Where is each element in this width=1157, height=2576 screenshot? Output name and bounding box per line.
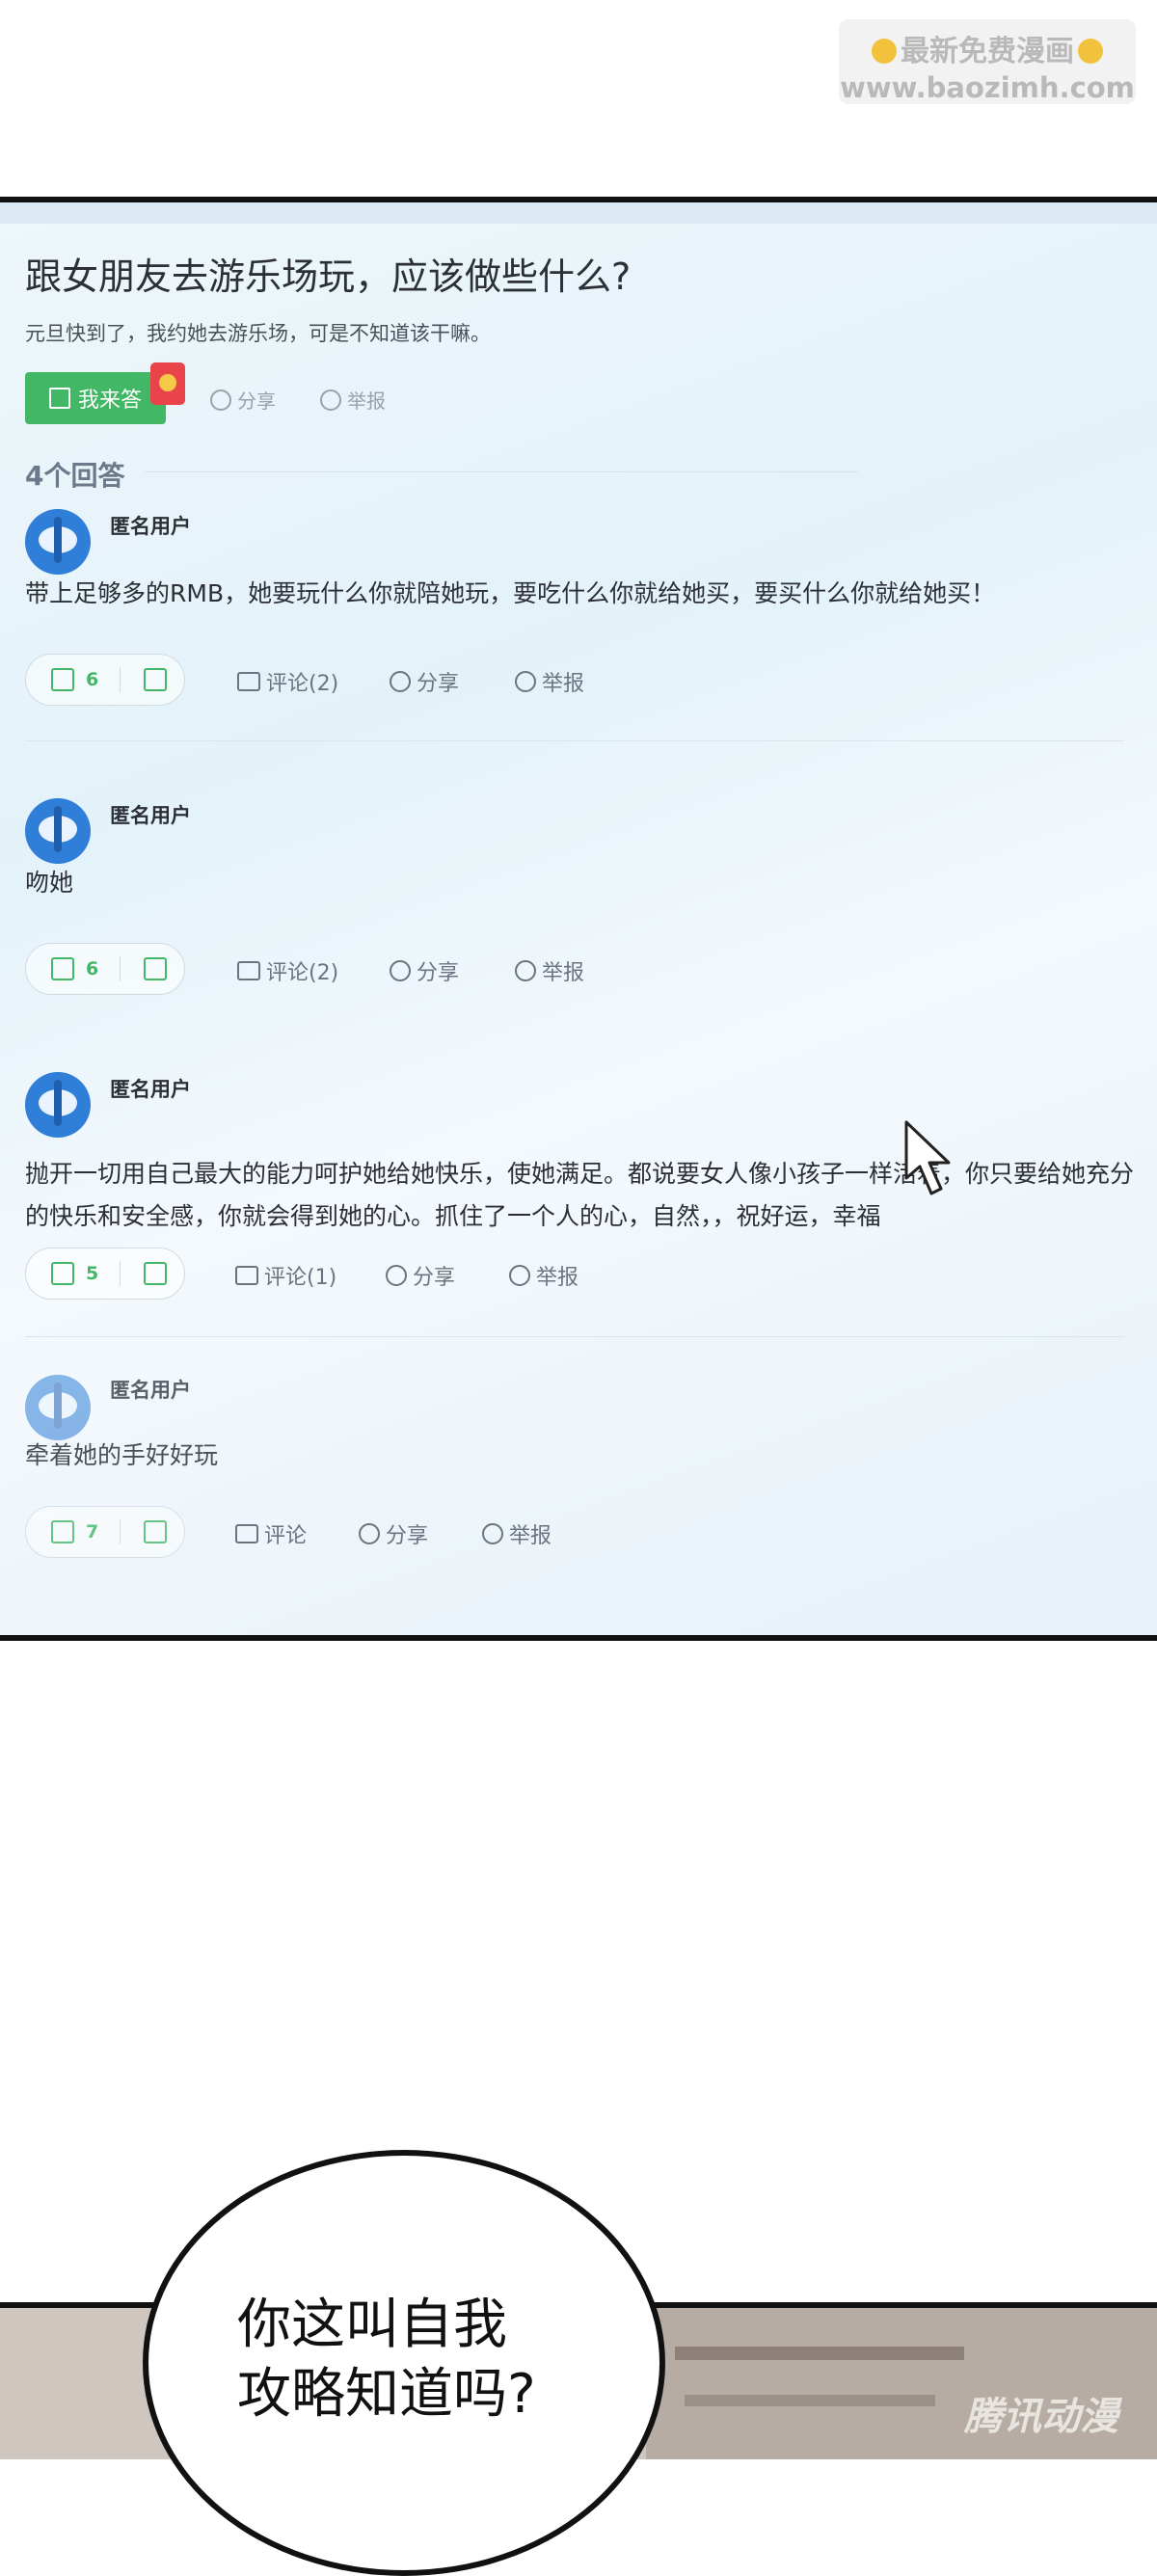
speech-bubble-text: 你这叫自我 攻略知道吗? xyxy=(237,2291,536,2429)
like-count: 5 xyxy=(86,1263,99,1284)
answer-button[interactable]: 我来答 xyxy=(25,372,166,424)
share-button[interactable]: 分享 xyxy=(359,1518,428,1549)
like-count: 7 xyxy=(86,1521,99,1543)
watermark-line2: www.baozimh.com xyxy=(840,71,1135,104)
share-button[interactable]: 分享 xyxy=(390,955,459,986)
vote-group: 7 xyxy=(25,1506,185,1558)
share-icon xyxy=(390,671,411,692)
answer-text: 吻她 xyxy=(25,869,74,897)
qa-screenshot-panel: 跟女朋友去游乐场玩，应该做些什么? 元旦快到了，我约她去游乐场，可是不知道该干嘛… xyxy=(0,197,1157,1641)
pointing-hand-icon xyxy=(1078,39,1103,64)
like-count: 6 xyxy=(86,669,99,690)
answer-button-label: 我来答 xyxy=(77,389,142,413)
question-title: 跟女朋友去游乐场玩，应该做些什么? xyxy=(25,255,632,298)
report-icon xyxy=(320,389,341,411)
thumbs-down-icon[interactable] xyxy=(144,957,168,980)
edit-icon xyxy=(48,388,70,409)
report-button[interactable]: 举报 xyxy=(482,1518,552,1549)
question-share-label: 分享 xyxy=(237,389,276,413)
avatar[interactable] xyxy=(25,798,91,864)
username[interactable]: 匿名用户 xyxy=(110,800,191,829)
avatar[interactable] xyxy=(25,1072,91,1138)
thumbs-up-icon[interactable] xyxy=(51,1520,74,1543)
vote-separator xyxy=(120,1261,121,1286)
divider xyxy=(25,740,1124,741)
divider xyxy=(145,471,858,472)
pointing-hand-icon xyxy=(872,39,897,64)
share-icon xyxy=(390,960,411,981)
thumbs-up-icon[interactable] xyxy=(51,668,74,691)
question-report-label: 举报 xyxy=(347,389,386,413)
report-icon xyxy=(515,960,536,981)
report-button[interactable]: 举报 xyxy=(515,666,584,697)
answer-text: 抛开一切用自己最大的能力呵护她给她快乐，使她满足。都说要女人像小孩子一样活着，你… xyxy=(25,1160,1135,1230)
comment-icon xyxy=(235,1524,258,1543)
comment-label: 评论 xyxy=(264,1524,308,1548)
report-button[interactable]: 举报 xyxy=(509,1260,578,1291)
watermark-line1: 最新免费漫画 xyxy=(901,35,1074,68)
question-share-button[interactable]: 分享 xyxy=(210,386,276,414)
comment-label: 评论(2) xyxy=(266,961,339,985)
share-label: 分享 xyxy=(417,672,460,696)
share-icon xyxy=(386,1265,407,1286)
site-watermark: 最新免费漫画 www.baozimh.com xyxy=(839,19,1136,104)
username[interactable]: 匿名用户 xyxy=(110,511,191,540)
question-report-button[interactable]: 举报 xyxy=(320,386,386,414)
share-label: 分享 xyxy=(417,961,460,985)
vote-group: 6 xyxy=(25,943,185,995)
report-label: 举报 xyxy=(536,1266,579,1290)
vote-group: 5 xyxy=(25,1248,185,1300)
comment-icon xyxy=(237,672,260,691)
thumbs-down-icon[interactable] xyxy=(144,1262,168,1285)
vote-separator xyxy=(120,956,121,981)
report-icon xyxy=(482,1523,503,1544)
divider xyxy=(25,1336,1124,1337)
share-label: 分享 xyxy=(386,1524,429,1548)
report-button[interactable]: 举报 xyxy=(515,955,584,986)
vote-separator xyxy=(120,667,121,692)
username[interactable]: 匿名用户 xyxy=(110,1074,191,1103)
report-icon xyxy=(515,671,536,692)
vote-group: 6 xyxy=(25,654,185,706)
like-count: 6 xyxy=(86,958,99,979)
comment-label: 评论(1) xyxy=(264,1266,337,1290)
report-icon xyxy=(509,1265,530,1286)
vote-separator xyxy=(120,1519,121,1544)
answer-text: 牵着她的手好好玩 xyxy=(25,1441,219,1469)
publisher-watermark: 腾讯动漫 xyxy=(964,2395,1118,2439)
share-button[interactable]: 分享 xyxy=(390,666,459,697)
speech-line2: 攻略知道吗? xyxy=(237,2363,536,2426)
comment-label: 评论(2) xyxy=(266,672,339,696)
report-label: 举报 xyxy=(542,961,585,985)
question-description: 元旦快到了，我约她去游乐场，可是不知道该干嘛。 xyxy=(25,322,491,345)
share-label: 分享 xyxy=(413,1266,456,1290)
comment-button[interactable]: 评论(1) xyxy=(235,1260,336,1291)
thumbs-down-icon[interactable] xyxy=(144,668,168,691)
share-icon xyxy=(359,1523,380,1544)
thumbs-up-icon[interactable] xyxy=(51,957,74,980)
avatar[interactable] xyxy=(25,509,91,575)
thumbs-up-icon[interactable] xyxy=(51,1262,74,1285)
share-icon xyxy=(210,389,231,411)
comment-button[interactable]: 评论(2) xyxy=(237,955,338,986)
thumbs-down-icon[interactable] xyxy=(144,1520,168,1543)
answer-text: 带上足够多的RMB，她要玩什么你就陪她玩，要吃什么你就给她买，要买什么你就给她买… xyxy=(25,579,996,607)
mouse-cursor-icon xyxy=(904,1120,951,1195)
panel-top-strip xyxy=(0,202,1157,224)
comment-icon xyxy=(235,1266,258,1285)
report-label: 举报 xyxy=(509,1524,552,1548)
red-packet-icon[interactable] xyxy=(150,362,185,405)
comment-button[interactable]: 评论 xyxy=(235,1518,307,1549)
username[interactable]: 匿名用户 xyxy=(110,1375,191,1404)
avatar[interactable] xyxy=(25,1375,91,1440)
speech-line1: 你这叫自我 xyxy=(237,2294,507,2356)
comment-icon xyxy=(237,961,260,980)
comment-button[interactable]: 评论(2) xyxy=(237,666,338,697)
scene-shelf xyxy=(685,2395,935,2406)
share-button[interactable]: 分享 xyxy=(386,1260,455,1291)
answers-count: 4个回答 xyxy=(25,460,125,492)
report-label: 举报 xyxy=(542,672,585,696)
scene-shelf xyxy=(675,2347,964,2360)
